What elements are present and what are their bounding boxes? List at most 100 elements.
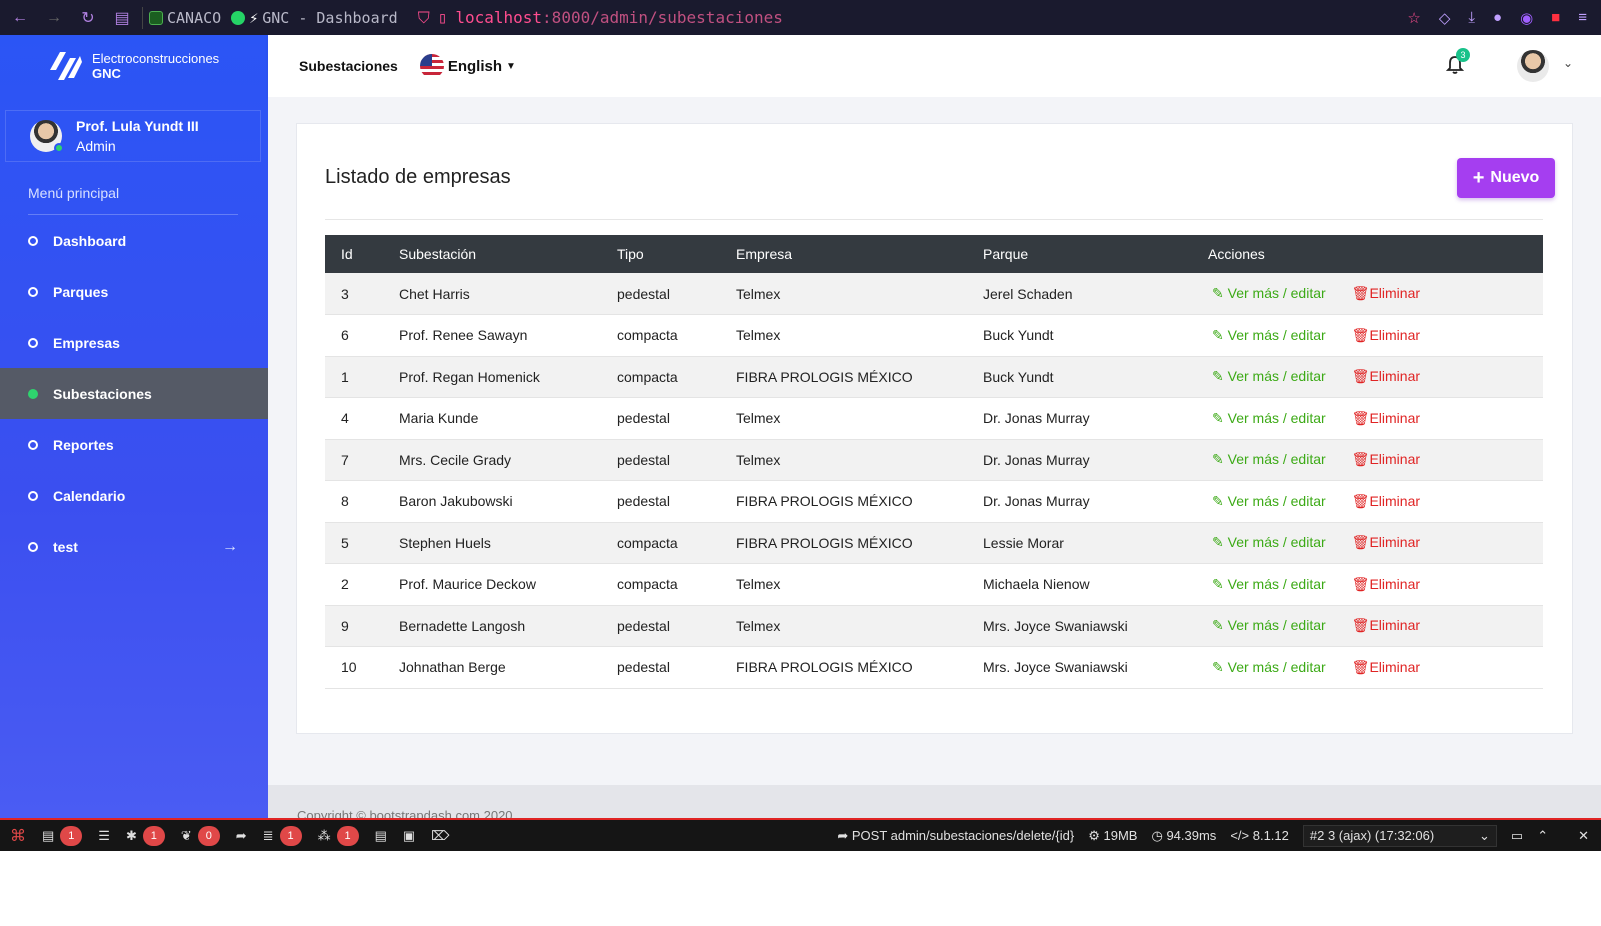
delete-label: Eliminar [1369, 285, 1421, 301]
pocket-icon[interactable]: ◇ [1439, 9, 1451, 27]
cell-actions: ✎ Ver más / editar 🗑Eliminar [1192, 522, 1543, 564]
delete-link[interactable]: 🗑Eliminar [1352, 659, 1420, 675]
debug-tab-messages[interactable]: ▤ 1 [42, 825, 83, 846]
cubes-icon: ⁂ [317, 827, 331, 843]
delete-link[interactable]: 🗑Eliminar [1352, 327, 1420, 343]
cell-empresa: FIBRA PROLOGIS MÉXICO [720, 356, 967, 398]
bookmark-label: GNC - Dashboard [262, 8, 398, 27]
debug-tab-models[interactable]: ⁂ 1 [317, 825, 359, 846]
pencil-icon: ✎ [1212, 617, 1224, 634]
cell-actions: ✎ Ver más / editar 🗑Eliminar [1192, 273, 1543, 315]
edit-link[interactable]: ✎ Ver más / editar [1212, 368, 1326, 384]
bookmark-canaco[interactable]: CANACO [149, 9, 221, 27]
delete-label: Eliminar [1369, 451, 1421, 468]
menu-icon[interactable]: ≡ [1578, 9, 1587, 26]
reply-icon: ➦ [837, 827, 852, 843]
gnc-logo-icon [50, 52, 82, 80]
debug-tab-session[interactable]: ▣ [403, 828, 415, 844]
pencil-icon: ✎ [1212, 326, 1224, 343]
delete-link[interactable]: 🗑Eliminar [1352, 368, 1420, 384]
online-status-icon [54, 143, 64, 153]
chevron-down-icon[interactable]: ⌄ [1563, 56, 1573, 70]
sidebar-item-test[interactable]: test → [0, 521, 268, 572]
user-profile[interactable]: Prof. Lula Yundt III Admin [5, 110, 261, 162]
request-select[interactable]: #2 3 (ajax) (17:32:06) ⌄ [1302, 824, 1497, 847]
new-button[interactable]: + Nuevo [1457, 158, 1555, 198]
bookmark-gnc[interactable]: ⚡ GNC - Dashboard [231, 9, 398, 27]
forward-icon[interactable]: → [40, 4, 68, 32]
back-icon[interactable]: ← [6, 4, 34, 32]
edit-label: Ver más / editar [1227, 285, 1326, 301]
debug-bar: ⌘ ▤ 1 ☰ ✱ 1 ❦ 0 ➦ ≣ 1 ⁂ 1 ▤ ▣ ⌦ ➦ POST admin/… [0, 818, 1601, 851]
memory-info: ⚙ 19MB [1088, 828, 1137, 844]
share-icon: ➦ [235, 827, 247, 843]
edit-link[interactable]: ✎ Ver más / editar [1212, 576, 1326, 592]
debug-tab-route[interactable]: ➦ [236, 828, 247, 844]
extension-icon[interactable]: ● [1493, 9, 1502, 26]
download-icon[interactable]: ⤓ [1468, 9, 1475, 26]
sidebar-menu: Dashboard Parques Empresas Subestaciones… [0, 215, 268, 572]
php-info: </> 8.1.12 [1230, 828, 1289, 843]
debug-tab-mails[interactable]: ▤ [375, 828, 387, 844]
delete-link[interactable]: 🗑Eliminar [1352, 493, 1420, 509]
debug-tab-timeline[interactable]: ☰ [98, 828, 110, 844]
folder-open-icon[interactable]: ▭ [1511, 828, 1523, 844]
column-header: Parque [983, 246, 1029, 262]
debug-tab-request[interactable]: ⌦ [431, 828, 449, 844]
address-bar[interactable]: ⛉ ▯ localhost:8000/admin/subestaciones [418, 8, 783, 28]
close-icon[interactable]: ✕ [1578, 828, 1589, 844]
star-icon[interactable]: ☆ [1407, 9, 1420, 27]
chevron-up-icon[interactable]: ⌃ [1537, 828, 1548, 844]
sidebar-item-reportes[interactable]: Reportes [0, 419, 268, 470]
language-dropdown[interactable]: English ▼ [419, 54, 516, 78]
cogs-icon: ⚙ [1088, 827, 1104, 843]
debug-tab-queries[interactable]: ≣ 1 [263, 825, 302, 846]
sidebar-item-parques[interactable]: Parques [0, 266, 268, 317]
cell-parque: Lessie Morar [967, 522, 1192, 564]
copyright-text: Copyright © bootstrapdash.com 2020 [297, 808, 513, 818]
edit-link[interactable]: ✎ Ver más / editar [1212, 534, 1326, 550]
edit-label: Ver más / editar [1227, 617, 1326, 634]
edit-link[interactable]: ✎ Ver más / editar [1212, 285, 1326, 301]
sidebar-item-calendario[interactable]: Calendario [0, 470, 268, 521]
delete-link[interactable]: 🗑Eliminar [1352, 410, 1420, 426]
delete-label: Eliminar [1369, 658, 1421, 675]
cell-actions: ✎ Ver más / editar 🗑Eliminar [1192, 439, 1543, 481]
cell-empresa: FIBRA PROLOGIS MÉXICO [720, 480, 967, 523]
edit-link[interactable]: ✎ Ver más / editar [1212, 410, 1326, 426]
edit-link[interactable]: ✎ Ver más / editar [1212, 493, 1326, 509]
clock-icon: ◷ [1151, 827, 1167, 843]
edit-label: Ver más / editar [1227, 658, 1326, 675]
cell-parque: Mrs. Joyce Swaniawski [967, 605, 1192, 647]
brand[interactable]: Electroconstrucciones GNC [0, 35, 268, 97]
extension-icon[interactable]: ◉ [1520, 9, 1533, 27]
edit-link[interactable]: ✎ Ver más / editar [1212, 617, 1326, 633]
lock-extension-icon[interactable]: ■ [1551, 9, 1560, 26]
cell-id: 3 [325, 273, 383, 315]
delete-link[interactable]: 🗑Eliminar [1352, 285, 1420, 301]
sidebar-item-label: test [53, 538, 78, 555]
time-info: ◷ 94.39ms [1151, 828, 1216, 844]
delete-link[interactable]: 🗑Eliminar [1352, 576, 1420, 592]
debug-tab-views[interactable]: ❦ 0 [181, 825, 220, 846]
delete-link[interactable]: 🗑Eliminar [1352, 451, 1420, 467]
memory-label: 19MB [1103, 827, 1138, 843]
avatar[interactable] [1517, 50, 1549, 82]
sidebar-toggle-icon[interactable]: ▤ [108, 4, 136, 32]
sidebar-item-empresas[interactable]: Empresas [0, 317, 268, 368]
us-flag-icon [419, 54, 444, 78]
delete-link[interactable]: 🗑Eliminar [1352, 617, 1420, 633]
php-label: 8.1.12 [1252, 828, 1289, 843]
browser-extensions: ☆ ◇ ⤓ ● ◉ ■ ≡ [1407, 0, 1587, 35]
cell-subestacion: Prof. Maurice Deckow [383, 563, 601, 606]
debug-tab-exceptions[interactable]: ✱ 1 [126, 825, 165, 846]
edit-link[interactable]: ✎ Ver más / editar [1212, 451, 1326, 467]
pencil-icon: ✎ [1212, 534, 1224, 551]
edit-link[interactable]: ✎ Ver más / editar [1212, 327, 1326, 343]
reload-icon[interactable]: ↻ [74, 4, 102, 32]
laravel-icon[interactable]: ⌘ [10, 826, 26, 846]
sidebar-item-dashboard[interactable]: Dashboard [0, 215, 268, 266]
edit-link[interactable]: ✎ Ver más / editar [1212, 659, 1326, 675]
sidebar-item-subestaciones[interactable]: Subestaciones [0, 368, 268, 419]
delete-link[interactable]: 🗑Eliminar [1352, 534, 1420, 550]
